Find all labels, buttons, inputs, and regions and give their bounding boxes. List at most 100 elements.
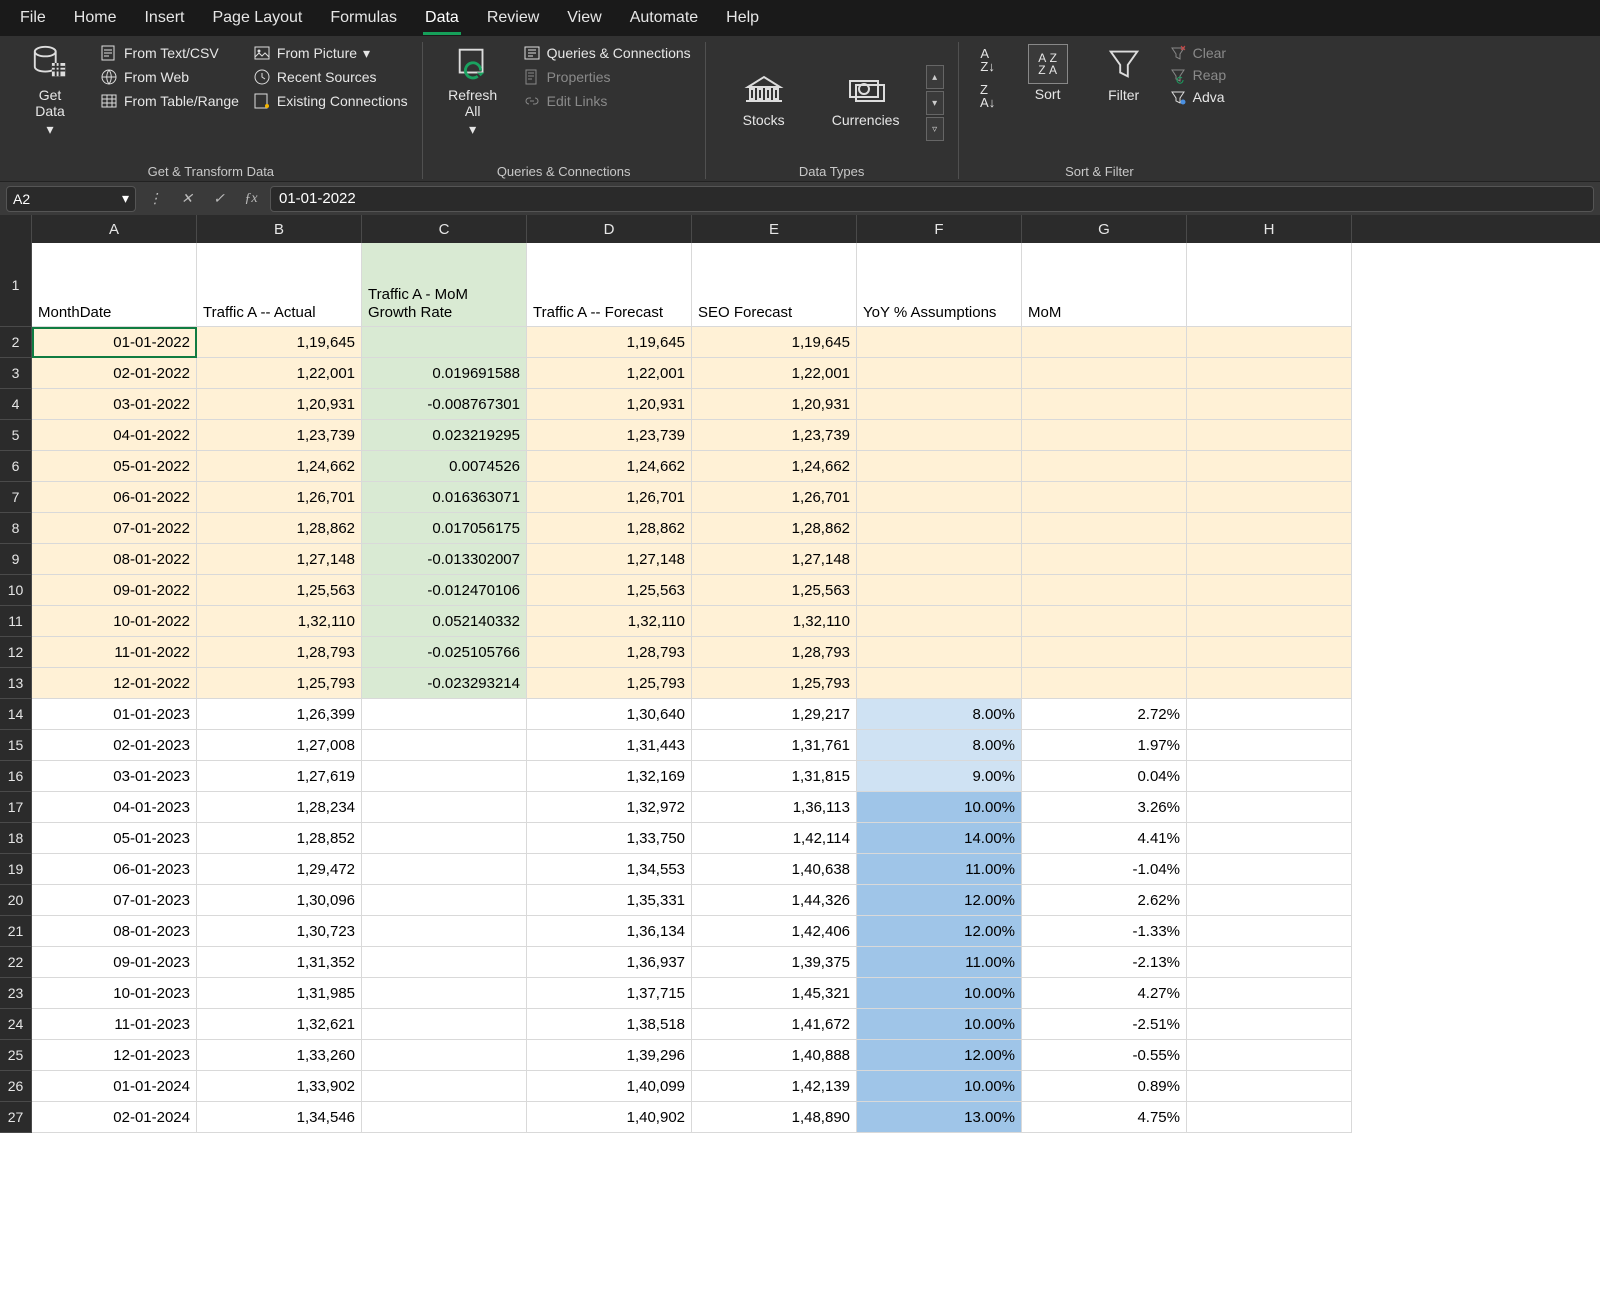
row-header-16[interactable]: 16 — [0, 761, 32, 792]
cell-E19[interactable]: 1,40,638 — [692, 854, 857, 885]
cell-C19[interactable] — [362, 854, 527, 885]
cell-C7[interactable]: 0.016363071 — [362, 482, 527, 513]
cell-B4[interactable]: 1,20,931 — [197, 389, 362, 420]
cell-B10[interactable]: 1,25,563 — [197, 575, 362, 606]
row-header-15[interactable]: 15 — [0, 730, 32, 761]
cell-A7[interactable]: 06-01-2022 — [32, 482, 197, 513]
menu-page-layout[interactable]: Page Layout — [198, 3, 316, 33]
sheet-body[interactable]: 1MonthDateTraffic A -- ActualTraffic A -… — [0, 243, 1600, 1133]
cell-A16[interactable]: 03-01-2023 — [32, 761, 197, 792]
cell-A23[interactable]: 10-01-2023 — [32, 978, 197, 1009]
cell-D11[interactable]: 1,32,110 — [527, 606, 692, 637]
get-data-button[interactable]: Get Data ▾ — [14, 42, 86, 139]
cell-D25[interactable]: 1,39,296 — [527, 1040, 692, 1071]
cell-C27[interactable] — [362, 1102, 527, 1133]
from-picture-button[interactable]: From Picture ▾ — [253, 44, 408, 62]
cell-A20[interactable]: 07-01-2023 — [32, 885, 197, 916]
cell-B21[interactable]: 1,30,723 — [197, 916, 362, 947]
name-box[interactable]: ▾ — [6, 186, 136, 212]
col-header-D[interactable]: D — [527, 215, 692, 243]
cell-D9[interactable]: 1,27,148 — [527, 544, 692, 575]
header-cell-H[interactable] — [1187, 243, 1352, 327]
cell-A26[interactable]: 01-01-2024 — [32, 1071, 197, 1102]
cell-G4[interactable] — [1022, 389, 1187, 420]
cell-B14[interactable]: 1,26,399 — [197, 699, 362, 730]
queries-connections-button[interactable]: Queries & Connections — [523, 44, 691, 62]
scroll-down-button[interactable]: ▾ — [926, 91, 944, 115]
recent-sources-button[interactable]: Recent Sources — [253, 68, 408, 86]
cell-E27[interactable]: 1,48,890 — [692, 1102, 857, 1133]
cell-E14[interactable]: 1,29,217 — [692, 699, 857, 730]
row-header-27[interactable]: 27 — [0, 1102, 32, 1133]
cell-E12[interactable]: 1,28,793 — [692, 637, 857, 668]
cell-C20[interactable] — [362, 885, 527, 916]
header-cell-E[interactable]: SEO Forecast — [692, 243, 857, 327]
cell-B25[interactable]: 1,33,260 — [197, 1040, 362, 1071]
cell-C2[interactable] — [362, 327, 527, 358]
menu-data[interactable]: Data — [411, 3, 473, 33]
cell-B8[interactable]: 1,28,862 — [197, 513, 362, 544]
cell-B27[interactable]: 1,34,546 — [197, 1102, 362, 1133]
cell-F13[interactable] — [857, 668, 1022, 699]
name-box-input[interactable] — [13, 191, 103, 207]
menu-home[interactable]: Home — [60, 3, 131, 33]
filter-button[interactable]: Filter — [1093, 42, 1155, 105]
cell-E21[interactable]: 1,42,406 — [692, 916, 857, 947]
formula-input[interactable] — [270, 186, 1594, 212]
row-header-11[interactable]: 11 — [0, 606, 32, 637]
cell-F21[interactable]: 12.00% — [857, 916, 1022, 947]
cell-E15[interactable]: 1,31,761 — [692, 730, 857, 761]
cell-C11[interactable]: 0.052140332 — [362, 606, 527, 637]
cell-D6[interactable]: 1,24,662 — [527, 451, 692, 482]
cell-A18[interactable]: 05-01-2023 — [32, 823, 197, 854]
cell-B5[interactable]: 1,23,739 — [197, 420, 362, 451]
cell-H19[interactable] — [1187, 854, 1352, 885]
cell-G18[interactable]: 4.41% — [1022, 823, 1187, 854]
row-header-7[interactable]: 7 — [0, 482, 32, 513]
cell-B16[interactable]: 1,27,619 — [197, 761, 362, 792]
reapply-button[interactable]: Reap — [1169, 66, 1226, 84]
cell-G20[interactable]: 2.62% — [1022, 885, 1187, 916]
cell-F22[interactable]: 11.00% — [857, 947, 1022, 978]
cell-B12[interactable]: 1,28,793 — [197, 637, 362, 668]
cell-F26[interactable]: 10.00% — [857, 1071, 1022, 1102]
cell-F16[interactable]: 9.00% — [857, 761, 1022, 792]
cell-H5[interactable] — [1187, 420, 1352, 451]
cell-H25[interactable] — [1187, 1040, 1352, 1071]
row-header-20[interactable]: 20 — [0, 885, 32, 916]
menu-insert[interactable]: Insert — [130, 3, 198, 33]
cell-A15[interactable]: 02-01-2023 — [32, 730, 197, 761]
cell-C25[interactable] — [362, 1040, 527, 1071]
cell-A24[interactable]: 11-01-2023 — [32, 1009, 197, 1040]
cell-F2[interactable] — [857, 327, 1022, 358]
cell-G7[interactable] — [1022, 482, 1187, 513]
cell-C23[interactable] — [362, 978, 527, 1009]
cell-G3[interactable] — [1022, 358, 1187, 389]
cell-G14[interactable]: 2.72% — [1022, 699, 1187, 730]
cell-H17[interactable] — [1187, 792, 1352, 823]
cell-G10[interactable] — [1022, 575, 1187, 606]
row-header-18[interactable]: 18 — [0, 823, 32, 854]
menu-formulas[interactable]: Formulas — [316, 3, 411, 33]
cell-F10[interactable] — [857, 575, 1022, 606]
cell-D26[interactable]: 1,40,099 — [527, 1071, 692, 1102]
clear-filter-button[interactable]: Clear — [1169, 44, 1226, 62]
cell-E17[interactable]: 1,36,113 — [692, 792, 857, 823]
cell-G17[interactable]: 3.26% — [1022, 792, 1187, 823]
row-header-2[interactable]: 2 — [0, 327, 32, 358]
cell-G21[interactable]: -1.33% — [1022, 916, 1187, 947]
cell-B13[interactable]: 1,25,793 — [197, 668, 362, 699]
cell-B20[interactable]: 1,30,096 — [197, 885, 362, 916]
cell-F18[interactable]: 14.00% — [857, 823, 1022, 854]
cell-G23[interactable]: 4.27% — [1022, 978, 1187, 1009]
cell-F25[interactable]: 12.00% — [857, 1040, 1022, 1071]
row-header-8[interactable]: 8 — [0, 513, 32, 544]
cell-E7[interactable]: 1,26,701 — [692, 482, 857, 513]
cell-F5[interactable] — [857, 420, 1022, 451]
cell-C12[interactable]: -0.025105766 — [362, 637, 527, 668]
row-header-13[interactable]: 13 — [0, 668, 32, 699]
cell-D22[interactable]: 1,36,937 — [527, 947, 692, 978]
cell-C14[interactable] — [362, 699, 527, 730]
cell-A13[interactable]: 12-01-2022 — [32, 668, 197, 699]
cell-E5[interactable]: 1,23,739 — [692, 420, 857, 451]
